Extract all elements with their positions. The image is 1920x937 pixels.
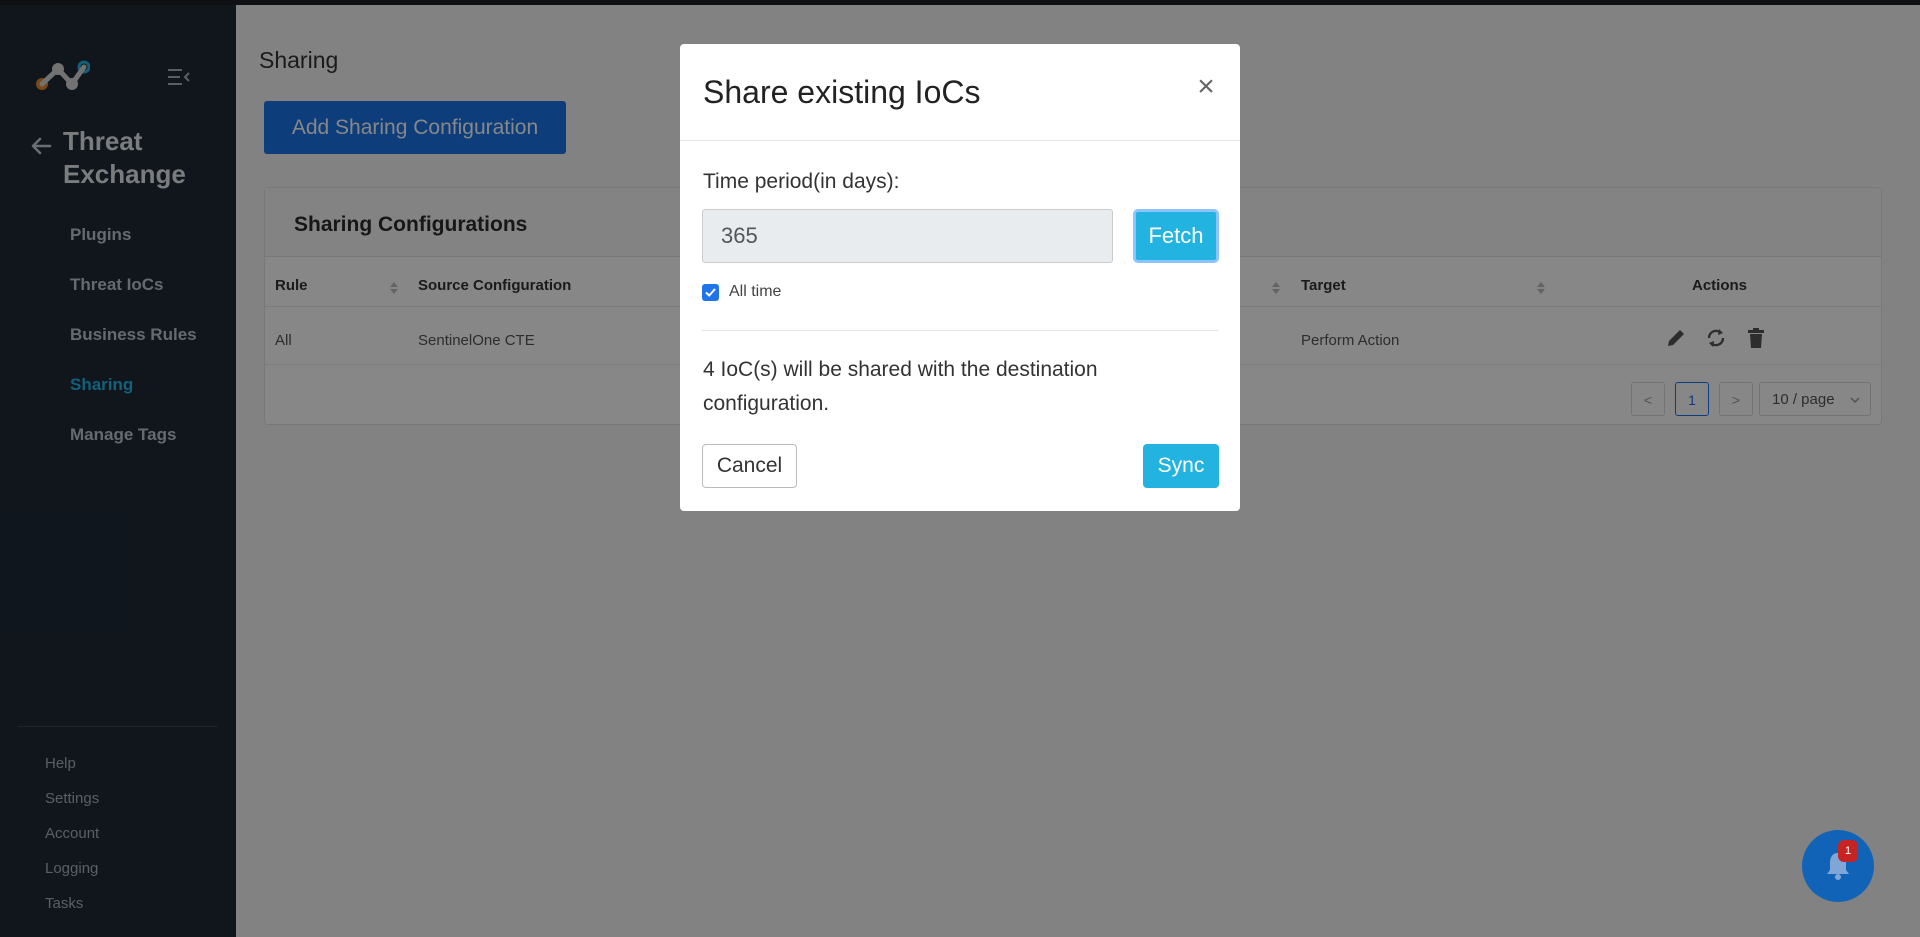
notifications-button[interactable] xyxy=(1802,830,1874,902)
cancel-button[interactable]: Cancel xyxy=(702,444,797,488)
sync-button[interactable]: Sync xyxy=(1143,444,1219,488)
modal-divider xyxy=(702,330,1218,331)
time-period-input[interactable] xyxy=(702,209,1113,263)
modal-header: Share existing IoCs × xyxy=(680,44,1240,141)
all-time-label: All time xyxy=(729,283,782,300)
time-period-label: Time period(in days): xyxy=(703,170,900,193)
checkmark-icon xyxy=(705,287,716,297)
all-time-option[interactable]: All time xyxy=(702,283,781,301)
modal-title: Share existing IoCs xyxy=(703,74,981,110)
fetch-button[interactable]: Fetch xyxy=(1133,209,1219,263)
share-info-text: 4 IoC(s) will be shared with the destina… xyxy=(703,358,1098,415)
share-iocs-modal: Share existing IoCs × Time period(in day… xyxy=(680,44,1240,511)
notification-count-badge: 1 xyxy=(1838,840,1858,862)
all-time-checkbox[interactable] xyxy=(702,283,719,301)
close-icon[interactable]: × xyxy=(1192,70,1220,104)
